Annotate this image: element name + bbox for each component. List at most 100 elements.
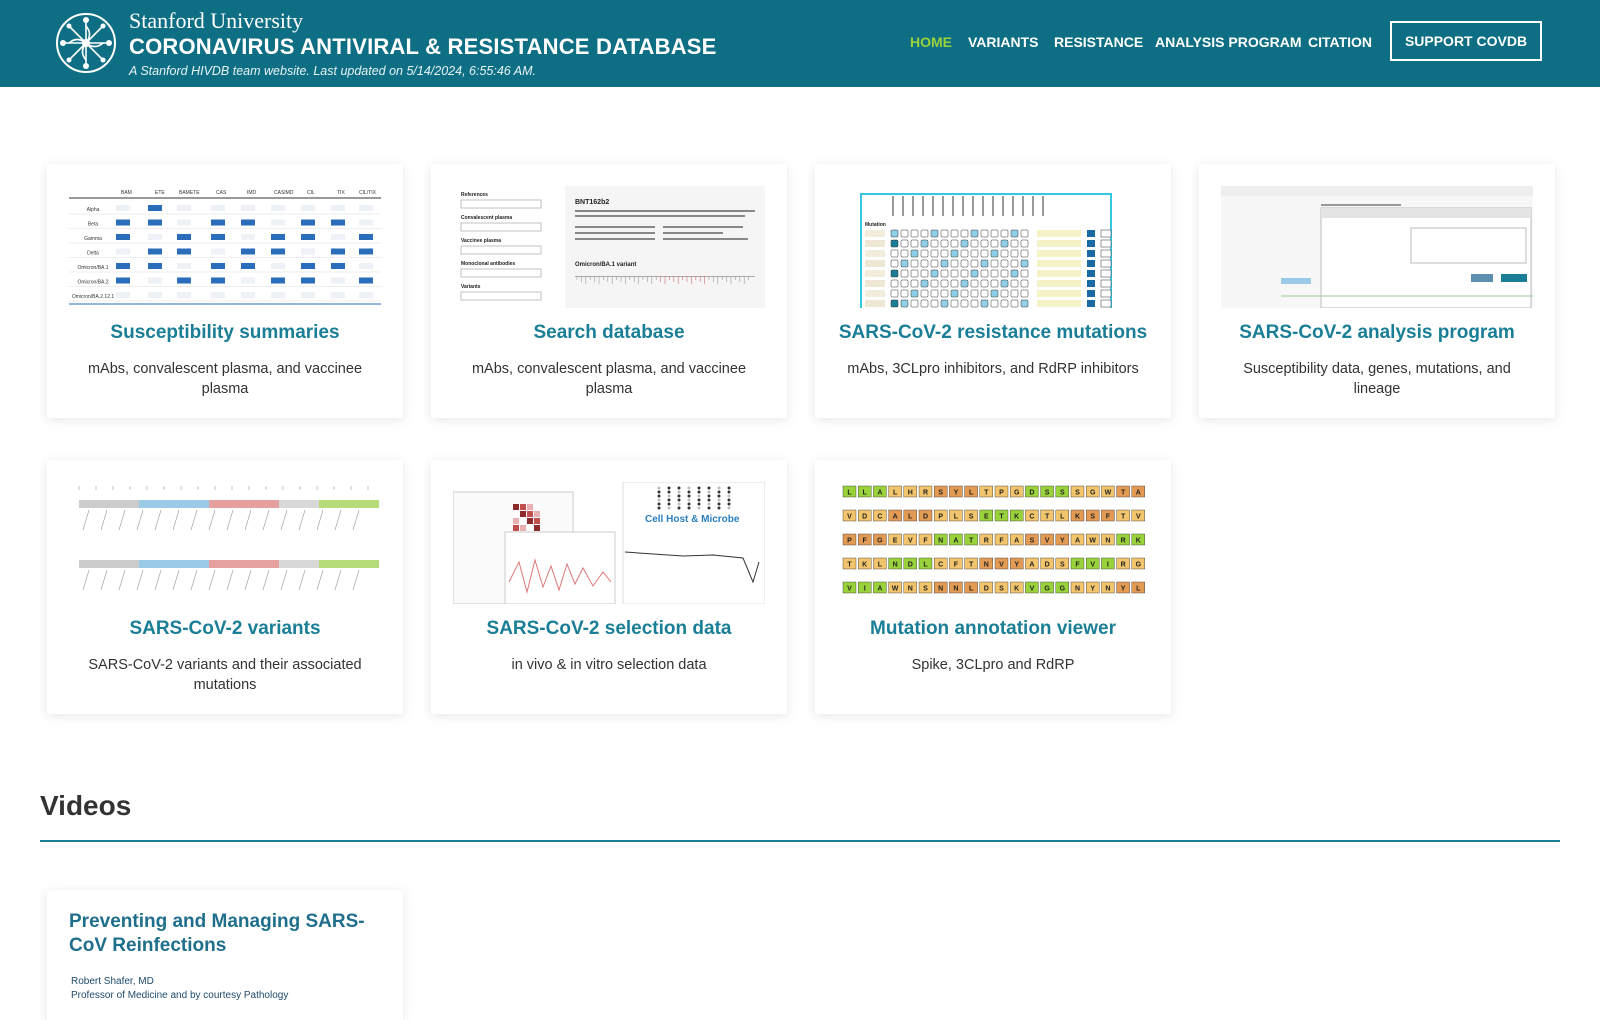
card-description: mAbs, convalescent plasma, and vaccinee … [471,361,747,397]
card-title[interactable]: SARS-CoV-2 resistance mutations [825,322,1161,344]
residue-letter: V [999,562,1004,569]
video-title[interactable]: Preventing and Managing SARS-CoV Reinfec… [69,910,389,958]
residue-letter: N [938,538,943,545]
nav-analysis-program[interactable]: ANALYSIS PROGRAM [1155,34,1302,50]
support-covdb-button[interactable]: SUPPORT COVDB [1390,21,1542,61]
residue-letter: V [847,514,852,521]
resistance-cell [990,299,999,308]
resistance-cell [950,259,959,268]
resistance-cell [980,249,989,258]
residue-letter: C [1029,514,1034,521]
site-title[interactable]: CORONAVIRUS ANTIVIRAL & RESISTANCE DATAB… [129,34,717,60]
susceptibility-cell [116,248,130,255]
card-search-database[interactable]: References Convalescent plasma Vaccinee pl… [431,164,787,418]
card-analysis-program[interactable]: SARS-CoV-2 analysis program Susceptibili… [1199,164,1555,418]
resistance-cell [960,279,969,288]
mutation-label-cell [865,240,885,247]
selection-dot [657,494,661,498]
resistance-cell [950,269,959,278]
card-selection-data[interactable]: Cell Host & Microbe SARS-CoV-2 selection… [431,460,787,714]
residue-letter: T [1045,514,1050,521]
resistance-cell [900,279,909,288]
card-mutation-annotation-viewer[interactable]: L L A L H R S Y L T P G D S S S G W T A V D C A L D P L S E T K C T L K S F T V… [815,460,1171,714]
selection-dot [667,506,671,510]
mutation-label-cell [865,250,885,257]
resistance-cell [970,229,979,238]
resistance-cell [1010,249,1019,258]
selection-dot [707,490,711,494]
residue-letter: I [864,586,866,593]
search-field-box [460,245,542,255]
video-author: Robert Shafer, MD [71,976,154,987]
residue-letter: A [877,586,882,593]
nav-home[interactable]: HOME [910,34,952,50]
prevalence-cell [1037,240,1081,247]
selection-dot [717,498,721,502]
resistance-cell [900,229,909,238]
card-title[interactable]: SARS-CoV-2 analysis program [1209,322,1545,344]
susceptibility-cell [359,263,373,269]
resistance-cell [910,229,919,238]
card-title[interactable]: Mutation annotation viewer [825,618,1161,640]
susceptibility-cell [148,292,162,298]
card-title[interactable]: Search database [441,322,777,344]
mutation-label-cell [865,290,885,297]
susceptibility-cell [271,277,285,284]
selection-dot [727,506,731,510]
resistance-cell [940,229,949,238]
p-badge [1087,230,1095,237]
residue-letter: G [1060,586,1066,593]
card-title[interactable]: Susceptibility summaries [57,322,393,344]
video-card[interactable]: Preventing and Managing SARS-CoV Reinfec… [47,890,403,1020]
svg-text:CIL: CIL [307,190,315,196]
svg-text:CIL/TIX: CIL/TIX [359,190,377,196]
residue-letter: L [908,514,913,521]
card-title[interactable]: SARS-CoV-2 variants [57,618,393,640]
resistance-cell [910,299,919,308]
card-susceptibility-summaries[interactable]: BAM ETE BAMETE CAS IMD CASIMD CIL TIX CIL/TIX … [47,164,403,418]
resistance-cell [1020,229,1029,238]
card-description: mAbs, convalescent plasma, and vaccinee … [87,361,363,397]
card-resistance-mutations[interactable]: Mutation SARS-CoV-2 resistance mutations… [815,164,1171,418]
nav-variants[interactable]: VARIANTS [968,34,1039,50]
resistance-cell [1000,229,1009,238]
card-variants[interactable]: SARS-CoV-2 variants SARS-CoV-2 variants … [47,460,403,714]
resistance-cell [930,279,939,288]
resistance-cell [970,269,979,278]
residue-letter: V [1136,514,1141,521]
susceptibility-cell [116,292,130,298]
resistance-cell [900,239,909,248]
mutation-label-cell [865,270,885,277]
resistance-cell [980,299,989,308]
susceptibility-cell [301,234,315,240]
nav-resistance[interactable]: RESISTANCE [1054,34,1143,50]
selection-dot [677,490,681,494]
card-title[interactable]: SARS-CoV-2 selection data [441,618,777,640]
university-name: Stanford University [129,8,304,33]
susceptibility-cell [301,219,315,226]
resistance-cell [1020,239,1029,248]
bar-icon [1100,269,1112,278]
residue-letter: H [908,490,913,497]
residue-letter: L [1060,514,1065,521]
heatmap-cell [513,525,519,531]
residue-letter: K [862,562,867,569]
residue-letter: P [999,490,1004,497]
residue-letter: S [1090,514,1095,521]
susceptibility-cell [211,205,225,211]
resistance-cell [960,269,969,278]
heatmap-cell [534,525,540,531]
selection-dot [727,494,731,498]
resistance-cell [1010,299,1019,308]
nav-citation[interactable]: CITATION [1308,34,1372,50]
susceptibility-cell [211,277,225,284]
selection-dot [727,490,731,494]
selection-dot [667,486,671,490]
susceptibility-cell [359,292,373,298]
stanford-tree-logo-icon[interactable] [55,12,117,74]
susceptibility-cell [359,205,373,211]
susceptibility-cell [331,263,345,269]
residue-letter: L [878,562,883,569]
residue-letter: F [923,538,928,545]
susceptibility-cell [148,277,162,284]
